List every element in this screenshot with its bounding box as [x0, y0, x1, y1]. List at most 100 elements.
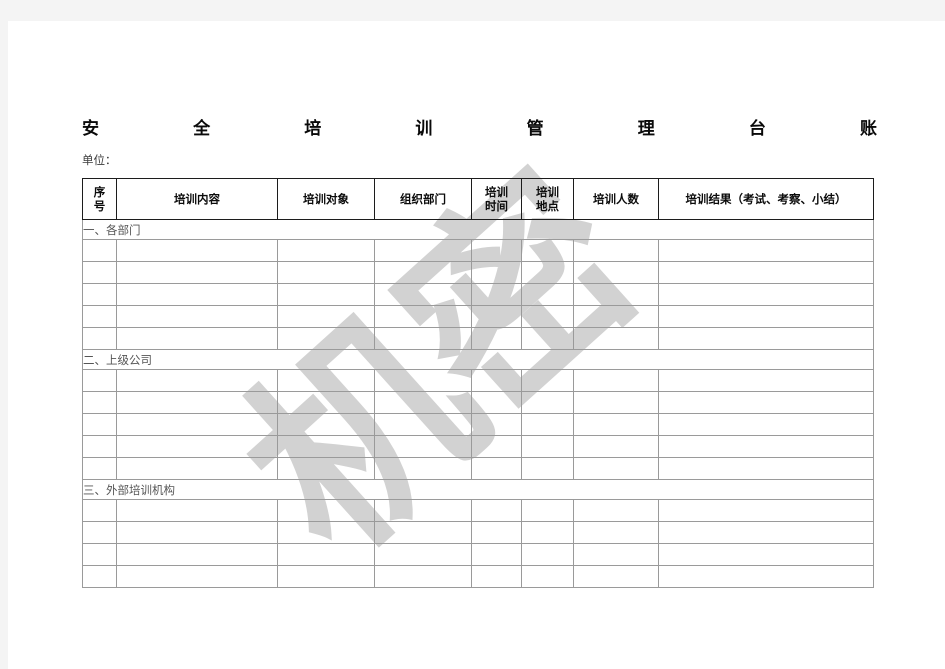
cell-place[interactable] [521, 305, 574, 328]
cell-dept[interactable] [374, 543, 472, 566]
cell-count[interactable] [573, 413, 659, 436]
cell-count[interactable] [573, 305, 659, 328]
cell-content[interactable] [116, 543, 278, 566]
cell-dept[interactable] [374, 499, 472, 522]
cell-dept[interactable] [374, 305, 472, 328]
cell-content[interactable] [116, 457, 278, 480]
cell-time[interactable] [471, 283, 522, 306]
cell-seq[interactable] [82, 499, 117, 522]
table-row[interactable] [82, 239, 874, 262]
cell-place[interactable] [521, 499, 574, 522]
cell-object[interactable] [277, 239, 375, 262]
cell-count[interactable] [573, 565, 659, 588]
cell-count[interactable] [573, 499, 659, 522]
table-row[interactable] [82, 521, 874, 544]
cell-seq[interactable] [82, 391, 117, 414]
cell-object[interactable] [277, 521, 375, 544]
cell-result[interactable] [658, 239, 874, 262]
cell-dept[interactable] [374, 369, 472, 392]
cell-count[interactable] [573, 283, 659, 306]
cell-place[interactable] [521, 457, 574, 480]
cell-seq[interactable] [82, 543, 117, 566]
cell-time[interactable] [471, 327, 522, 350]
cell-seq[interactable] [82, 521, 117, 544]
cell-dept[interactable] [374, 391, 472, 414]
cell-dept[interactable] [374, 457, 472, 480]
cell-content[interactable] [116, 499, 278, 522]
cell-content[interactable] [116, 565, 278, 588]
cell-seq[interactable] [82, 565, 117, 588]
table-row[interactable] [82, 391, 874, 414]
cell-content[interactable] [116, 435, 278, 458]
cell-time[interactable] [471, 435, 522, 458]
cell-place[interactable] [521, 543, 574, 566]
cell-count[interactable] [573, 391, 659, 414]
cell-dept[interactable] [374, 239, 472, 262]
table-row[interactable] [82, 457, 874, 480]
cell-content[interactable] [116, 521, 278, 544]
cell-content[interactable] [116, 261, 278, 284]
table-row[interactable] [82, 435, 874, 458]
cell-seq[interactable] [82, 305, 117, 328]
cell-content[interactable] [116, 327, 278, 350]
cell-place[interactable] [521, 369, 574, 392]
table-row[interactable] [82, 499, 874, 522]
cell-seq[interactable] [82, 369, 117, 392]
cell-place[interactable] [521, 521, 574, 544]
cell-content[interactable] [116, 239, 278, 262]
cell-object[interactable] [277, 327, 375, 350]
cell-result[interactable] [658, 543, 874, 566]
cell-result[interactable] [658, 499, 874, 522]
cell-content[interactable] [116, 391, 278, 414]
table-row[interactable] [82, 543, 874, 566]
cell-object[interactable] [277, 305, 375, 328]
cell-time[interactable] [471, 239, 522, 262]
cell-time[interactable] [471, 261, 522, 284]
cell-result[interactable] [658, 565, 874, 588]
cell-object[interactable] [277, 369, 375, 392]
cell-time[interactable] [471, 499, 522, 522]
cell-dept[interactable] [374, 261, 472, 284]
cell-place[interactable] [521, 239, 574, 262]
cell-time[interactable] [471, 521, 522, 544]
cell-place[interactable] [521, 391, 574, 414]
cell-content[interactable] [116, 413, 278, 436]
cell-seq[interactable] [82, 327, 117, 350]
cell-dept[interactable] [374, 435, 472, 458]
table-row[interactable] [82, 327, 874, 350]
cell-place[interactable] [521, 261, 574, 284]
cell-result[interactable] [658, 305, 874, 328]
cell-object[interactable] [277, 283, 375, 306]
cell-place[interactable] [521, 413, 574, 436]
cell-place[interactable] [521, 435, 574, 458]
cell-result[interactable] [658, 413, 874, 436]
cell-result[interactable] [658, 435, 874, 458]
cell-count[interactable] [573, 521, 659, 544]
cell-result[interactable] [658, 327, 874, 350]
cell-object[interactable] [277, 565, 375, 588]
cell-seq[interactable] [82, 435, 117, 458]
cell-object[interactable] [277, 391, 375, 414]
cell-result[interactable] [658, 457, 874, 480]
cell-object[interactable] [277, 457, 375, 480]
cell-count[interactable] [573, 543, 659, 566]
cell-time[interactable] [471, 413, 522, 436]
cell-dept[interactable] [374, 565, 472, 588]
cell-time[interactable] [471, 565, 522, 588]
cell-count[interactable] [573, 369, 659, 392]
cell-seq[interactable] [82, 413, 117, 436]
cell-time[interactable] [471, 457, 522, 480]
cell-content[interactable] [116, 283, 278, 306]
cell-time[interactable] [471, 305, 522, 328]
cell-place[interactable] [521, 327, 574, 350]
cell-seq[interactable] [82, 457, 117, 480]
cell-result[interactable] [658, 391, 874, 414]
cell-result[interactable] [658, 261, 874, 284]
cell-object[interactable] [277, 435, 375, 458]
table-row[interactable] [82, 369, 874, 392]
cell-result[interactable] [658, 283, 874, 306]
table-row[interactable] [82, 283, 874, 306]
cell-count[interactable] [573, 457, 659, 480]
cell-object[interactable] [277, 543, 375, 566]
cell-content[interactable] [116, 305, 278, 328]
